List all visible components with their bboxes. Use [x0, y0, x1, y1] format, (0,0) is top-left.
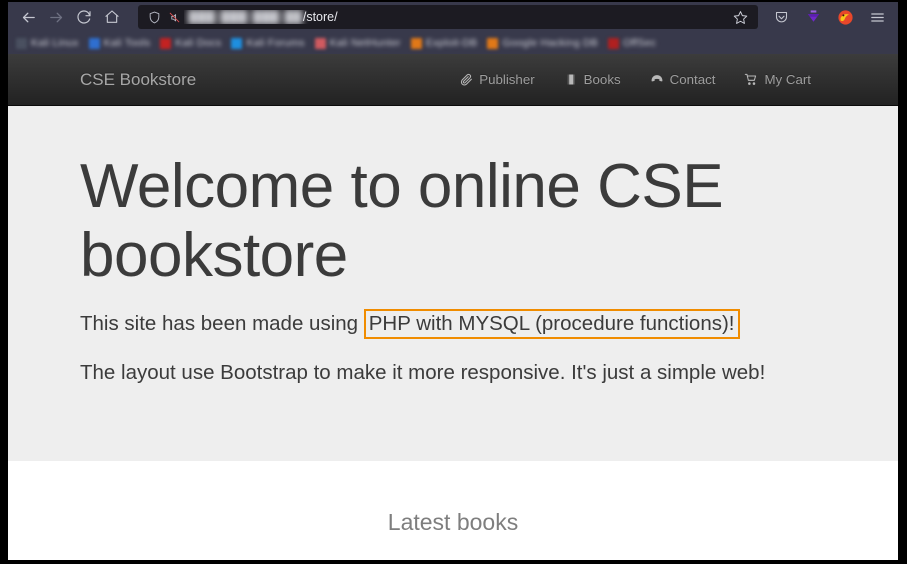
bookmark-item[interactable]: Kali Forums	[227, 36, 308, 50]
hamburger-menu-button[interactable]	[862, 4, 892, 30]
screenshot-root: ███ ███ ███ ██/store/ Kali Linux Kali To…	[0, 0, 907, 564]
bookmark-item[interactable]: Kali Tools	[85, 36, 155, 50]
address-bar[interactable]: ███ ███ ███ ██/store/	[138, 5, 758, 29]
book-icon	[564, 73, 578, 87]
hamburger-menu-icon	[870, 12, 884, 22]
favicon	[487, 37, 499, 49]
nav-link-publisher[interactable]: Publisher	[446, 64, 547, 95]
latest-books-section: Latest books	[8, 461, 898, 536]
bookmark-item[interactable]: Kali NetHunter	[311, 36, 405, 50]
bookmark-label: Exploit-DB	[425, 37, 478, 49]
book-glyph	[567, 74, 575, 85]
browser-window: ███ ███ ███ ██/store/ Kali Linux Kali To…	[8, 2, 898, 560]
star-icon	[733, 10, 747, 24]
toolbar-right-icons	[766, 4, 892, 30]
forward-button[interactable]	[42, 5, 70, 29]
hero-lead-primary: This site has been made using PHP with M…	[80, 308, 826, 340]
nav-link-label: Contact	[669, 72, 716, 87]
bookmark-label: Kali Forums	[246, 37, 305, 49]
paperclip-glyph	[460, 73, 472, 86]
bookmark-label: Kali Linux	[31, 37, 79, 49]
phone-glyph	[651, 75, 663, 82]
bookmark-item[interactable]: Kali Linux	[12, 36, 83, 50]
nav-link-label: Publisher	[479, 72, 535, 87]
url-text[interactable]: ███ ███ ███ ██/store/	[184, 10, 728, 24]
reload-icon	[77, 10, 91, 24]
bookmark-label: Kali Docs	[175, 37, 222, 49]
shield-glyph	[149, 11, 159, 23]
hero-lead-prefix: This site has been made using	[80, 311, 364, 335]
favicon	[160, 37, 172, 49]
nav-link-my-cart[interactable]: My Cart	[731, 64, 824, 95]
favicon	[16, 37, 27, 49]
shopping-cart-icon	[744, 73, 758, 87]
bookmark-item[interactable]: Google Hacking DB	[483, 36, 602, 50]
forward-arrow-icon	[49, 12, 62, 22]
nav-link-contact[interactable]: Contact	[637, 64, 729, 95]
web-page-viewport: CSE Bookstore Publisher Books Contact My…	[8, 54, 898, 548]
browser-chrome: ███ ███ ███ ██/store/ Kali Linux Kali To…	[8, 2, 898, 54]
pocket-icon	[775, 11, 787, 22]
hero-lead-secondary: The layout use Bootstrap to make it more…	[80, 361, 766, 385]
paperclip-icon	[459, 73, 473, 87]
favicon	[314, 37, 326, 49]
reload-button[interactable]	[70, 5, 98, 29]
bookmark-label: Kali NetHunter	[329, 37, 401, 49]
downloads-button[interactable]	[798, 4, 828, 30]
favicon	[607, 37, 619, 49]
phone-icon	[650, 73, 664, 87]
favicon	[231, 37, 243, 49]
bookmark-label: Kali Tools	[103, 37, 151, 49]
bookmark-star-button[interactable]	[728, 6, 752, 28]
navbar-links: Publisher Books Contact My Cart	[446, 64, 828, 95]
page-title: Welcome to online CSE bookstore	[80, 152, 724, 291]
url-path: /store/	[302, 10, 338, 24]
nav-link-label: Books	[583, 72, 621, 87]
blocked-autoplay-icon[interactable]	[164, 8, 184, 26]
extension-button[interactable]	[830, 4, 860, 30]
extension-icon	[837, 9, 853, 25]
home-button[interactable]	[98, 5, 126, 29]
downloads-icon	[807, 9, 819, 22]
bookmark-item[interactable]: OffSec	[604, 36, 660, 50]
favicon	[88, 37, 100, 49]
nav-link-books[interactable]: Books	[551, 64, 634, 95]
bookmark-item[interactable]: Kali Docs	[156, 36, 225, 50]
pocket-button[interactable]	[766, 4, 796, 30]
shield-icon[interactable]	[144, 8, 164, 26]
bookmark-label: Google Hacking DB	[502, 37, 598, 49]
bookmarks-bar: Kali Linux Kali Tools Kali Docs Kali For…	[8, 32, 898, 54]
blocked-glyph	[169, 12, 179, 22]
nav-link-label: My Cart	[764, 72, 811, 87]
cart-glyph	[745, 73, 757, 85]
back-button[interactable]	[14, 5, 42, 29]
hero-lead-highlight: PHP with MYSQL (procedure functions)!	[363, 308, 740, 340]
bookmark-label: OffSec	[622, 37, 657, 49]
url-host-redacted: ███ ███ ███ ██	[188, 10, 303, 24]
navbar-brand[interactable]: CSE Bookstore	[78, 70, 196, 90]
hero-jumbotron: Welcome to online CSE bookstore This sit…	[8, 106, 898, 461]
site-navbar: CSE Bookstore Publisher Books Contact My…	[8, 54, 898, 106]
latest-books-title: Latest books	[387, 509, 519, 535]
bookmark-item[interactable]: Exploit-DB	[407, 36, 482, 50]
favicon	[410, 37, 422, 49]
browser-toolbar: ███ ███ ███ ██/store/	[8, 2, 898, 32]
home-icon	[105, 10, 119, 23]
back-arrow-icon	[22, 12, 35, 22]
